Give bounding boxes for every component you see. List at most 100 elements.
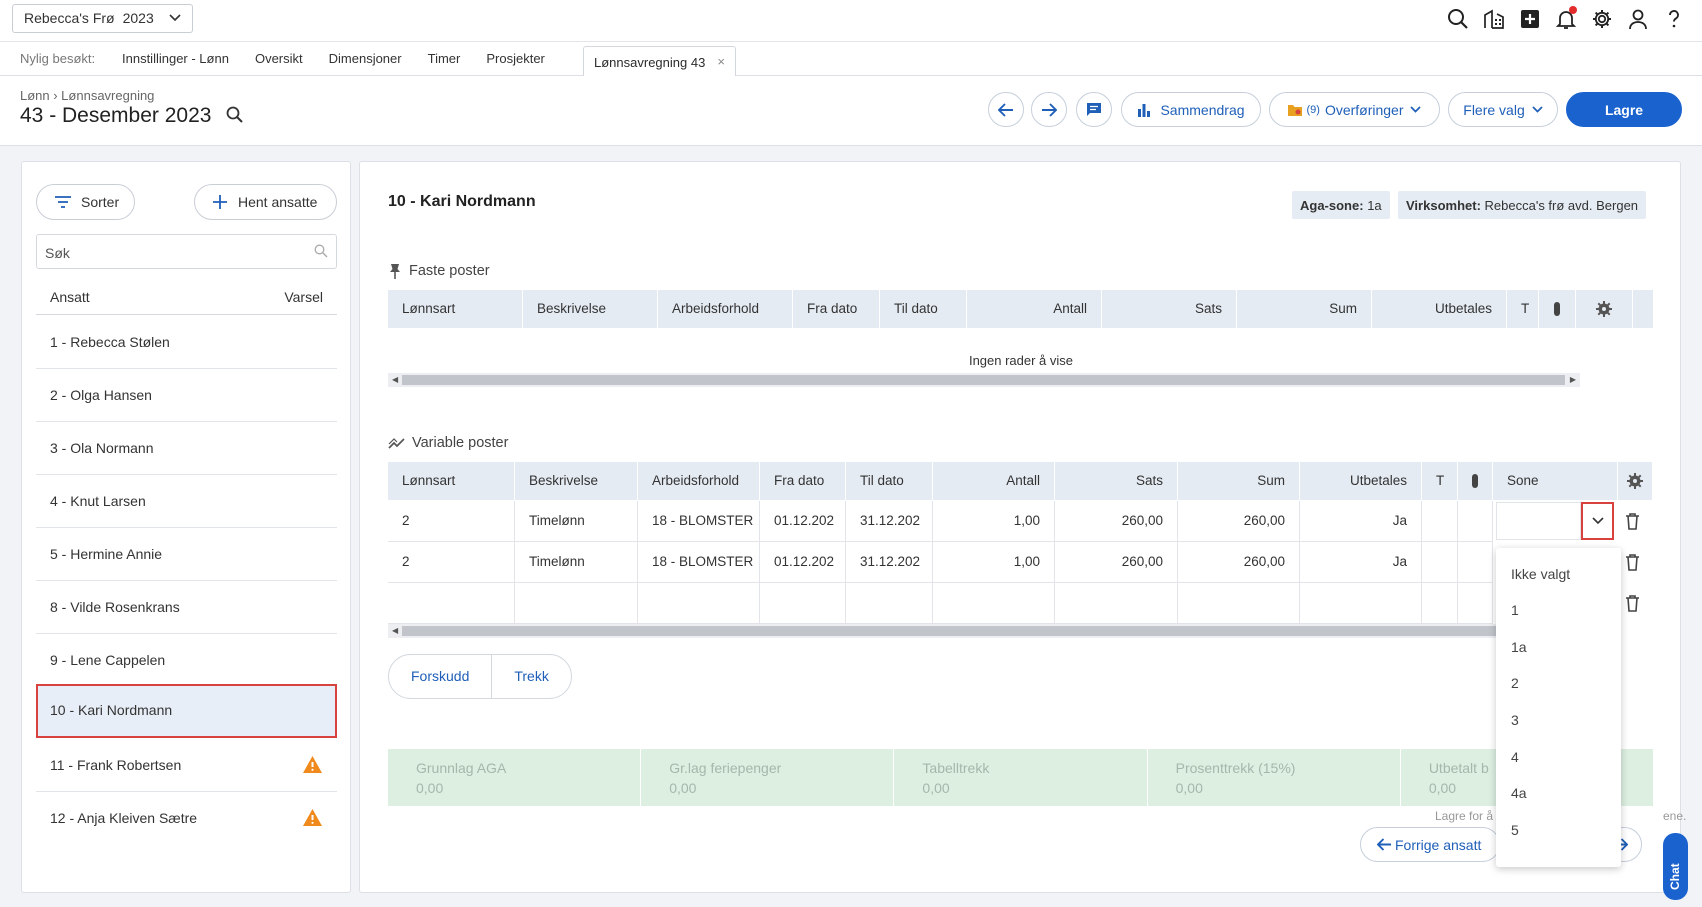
recent-link-dimensions[interactable]: Dimensjoner bbox=[329, 51, 402, 66]
scroll-thumb[interactable] bbox=[402, 375, 1565, 385]
column-settings[interactable] bbox=[1576, 290, 1633, 328]
summary-button[interactable]: Sammendrag bbox=[1121, 92, 1261, 127]
cell-description[interactable]: Timelønn bbox=[515, 542, 638, 582]
cell-to-date[interactable]: 31.12.202 bbox=[846, 542, 933, 582]
employee-row[interactable]: 8 - Vilde Rosenkrans bbox=[36, 581, 337, 634]
col-zone[interactable]: Sone bbox=[1493, 462, 1618, 500]
cell-empty[interactable] bbox=[760, 583, 846, 623]
next-button[interactable] bbox=[1031, 92, 1067, 127]
cell-empty[interactable] bbox=[846, 583, 933, 623]
recent-link-settings[interactable]: Innstillinger - Lønn bbox=[122, 51, 229, 66]
employee-row[interactable]: 1 - Rebecca Stølen bbox=[36, 316, 337, 369]
cell-employment[interactable]: 18 - BLOMSTER bbox=[638, 501, 760, 541]
table-row[interactable]: 2 Timelønn 18 - BLOMSTER 01.12.202 31.12… bbox=[388, 501, 1493, 542]
cell-empty[interactable] bbox=[388, 583, 515, 623]
col-t[interactable]: T bbox=[1507, 290, 1539, 328]
zone-option[interactable]: 5 bbox=[1511, 822, 1519, 838]
breadcrumb[interactable]: Lønn › Lønnsavregning bbox=[20, 88, 154, 103]
employee-search-input[interactable]: Søk bbox=[36, 234, 337, 269]
col-sum[interactable]: Sum bbox=[1178, 462, 1300, 500]
cell-salary-type[interactable]: 2 bbox=[388, 542, 515, 582]
employee-row[interactable]: 3 - Ola Normann bbox=[36, 422, 337, 475]
cell-empty[interactable] bbox=[515, 583, 638, 623]
zone-option[interactable]: 1a bbox=[1511, 639, 1527, 655]
save-button[interactable]: Lagre bbox=[1566, 92, 1682, 127]
scroll-thumb[interactable] bbox=[402, 626, 1496, 636]
recent-link-hours[interactable]: Timer bbox=[428, 51, 461, 66]
gear-icon[interactable] bbox=[1589, 6, 1614, 31]
zone-option[interactable]: 4 bbox=[1511, 749, 1519, 765]
trash-icon[interactable] bbox=[1625, 554, 1640, 571]
col-attachment[interactable] bbox=[1458, 462, 1493, 500]
previous-button[interactable] bbox=[988, 92, 1024, 127]
col-rate[interactable]: Sats bbox=[1055, 462, 1178, 500]
col-description[interactable]: Beskrivelse bbox=[523, 290, 658, 328]
zone-option[interactable]: 3 bbox=[1511, 712, 1519, 728]
cell-paid[interactable]: Ja bbox=[1300, 501, 1422, 541]
cell-attachment[interactable] bbox=[1458, 501, 1493, 541]
col-employment[interactable]: Arbeidsforhold bbox=[658, 290, 793, 328]
scroll-left-icon[interactable]: ◀ bbox=[392, 626, 398, 635]
tab-deductions[interactable]: Trekk bbox=[491, 655, 570, 698]
col-salary-type[interactable]: Lønnsart bbox=[388, 462, 515, 500]
zone-option[interactable]: 1 bbox=[1511, 602, 1519, 618]
bell-icon[interactable] bbox=[1553, 6, 1578, 31]
col-quantity[interactable]: Antall bbox=[933, 462, 1055, 500]
cell-sum[interactable]: 260,00 bbox=[1178, 501, 1300, 541]
col-paid[interactable]: Utbetales bbox=[1372, 290, 1507, 328]
cell-empty[interactable] bbox=[1458, 583, 1493, 623]
col-description[interactable]: Beskrivelse bbox=[515, 462, 638, 500]
employee-row[interactable]: 11 - Frank Robertsen bbox=[36, 739, 337, 792]
cell-from-date[interactable]: 01.12.202 bbox=[760, 542, 846, 582]
col-rate[interactable]: Sats bbox=[1102, 290, 1237, 328]
zone-select-field[interactable] bbox=[1496, 502, 1581, 540]
cell-empty[interactable] bbox=[638, 583, 760, 623]
column-settings[interactable] bbox=[1618, 462, 1653, 500]
col-quantity[interactable]: Antall bbox=[967, 290, 1102, 328]
recent-link-projects[interactable]: Prosjekter bbox=[486, 51, 545, 66]
cell-rate[interactable]: 260,00 bbox=[1055, 542, 1178, 582]
table-row[interactable]: 2 Timelønn 18 - BLOMSTER 01.12.202 31.12… bbox=[388, 542, 1493, 583]
cell-empty[interactable] bbox=[1178, 583, 1300, 623]
col-paid[interactable]: Utbetales bbox=[1300, 462, 1422, 500]
sort-button[interactable]: Sorter bbox=[36, 184, 135, 220]
cell-quantity[interactable]: 1,00 bbox=[933, 542, 1055, 582]
company-selector[interactable]: Rebecca's Frø 2023 bbox=[12, 4, 193, 33]
employee-row[interactable]: 5 - Hermine Annie bbox=[36, 528, 337, 581]
cell-empty[interactable] bbox=[1422, 583, 1458, 623]
zone-dropdown-toggle[interactable] bbox=[1581, 502, 1614, 540]
cell-attachment[interactable] bbox=[1458, 542, 1493, 582]
tab-advance[interactable]: Forskudd bbox=[389, 655, 491, 698]
table-row-empty[interactable] bbox=[388, 583, 1493, 624]
cell-description[interactable]: Timelønn bbox=[515, 501, 638, 541]
close-icon[interactable]: × bbox=[717, 54, 725, 69]
employee-row[interactable]: 12 - Anja Kleiven Sætre bbox=[36, 792, 337, 845]
fetch-employees-button[interactable]: Hent ansatte bbox=[194, 184, 337, 220]
col-attachment[interactable] bbox=[1539, 290, 1576, 328]
warning-icon[interactable] bbox=[302, 808, 323, 827]
cell-quantity[interactable]: 1,00 bbox=[933, 501, 1055, 541]
cell-t[interactable] bbox=[1422, 501, 1458, 541]
help-icon[interactable] bbox=[1661, 6, 1686, 31]
employee-row[interactable]: 9 - Lene Cappelen bbox=[36, 634, 337, 687]
zone-option[interactable]: Ikke valgt bbox=[1511, 566, 1570, 582]
cell-sum[interactable]: 260,00 bbox=[1178, 542, 1300, 582]
cell-empty[interactable] bbox=[1055, 583, 1178, 623]
cell-employment[interactable]: 18 - BLOMSTER bbox=[638, 542, 760, 582]
cell-paid[interactable]: Ja bbox=[1300, 542, 1422, 582]
warning-icon[interactable] bbox=[302, 755, 323, 774]
trash-icon[interactable] bbox=[1625, 595, 1640, 612]
col-salary-type[interactable]: Lønnsart bbox=[388, 290, 523, 328]
col-sum[interactable]: Sum bbox=[1237, 290, 1372, 328]
search-icon[interactable] bbox=[1445, 6, 1470, 31]
scroll-right-icon[interactable]: ▶ bbox=[1570, 375, 1576, 384]
cell-salary-type[interactable]: 2 bbox=[388, 501, 515, 541]
buildings-icon[interactable] bbox=[1481, 6, 1506, 31]
cell-empty[interactable] bbox=[1300, 583, 1422, 623]
employee-row-selected[interactable]: 10 - Kari Nordmann bbox=[36, 684, 337, 738]
employee-row[interactable]: 4 - Knut Larsen bbox=[36, 475, 337, 528]
zone-option[interactable]: 2 bbox=[1511, 675, 1519, 691]
comment-button[interactable] bbox=[1076, 92, 1112, 127]
cell-to-date[interactable]: 31.12.202 bbox=[846, 501, 933, 541]
chat-button[interactable]: Chat bbox=[1663, 833, 1688, 900]
